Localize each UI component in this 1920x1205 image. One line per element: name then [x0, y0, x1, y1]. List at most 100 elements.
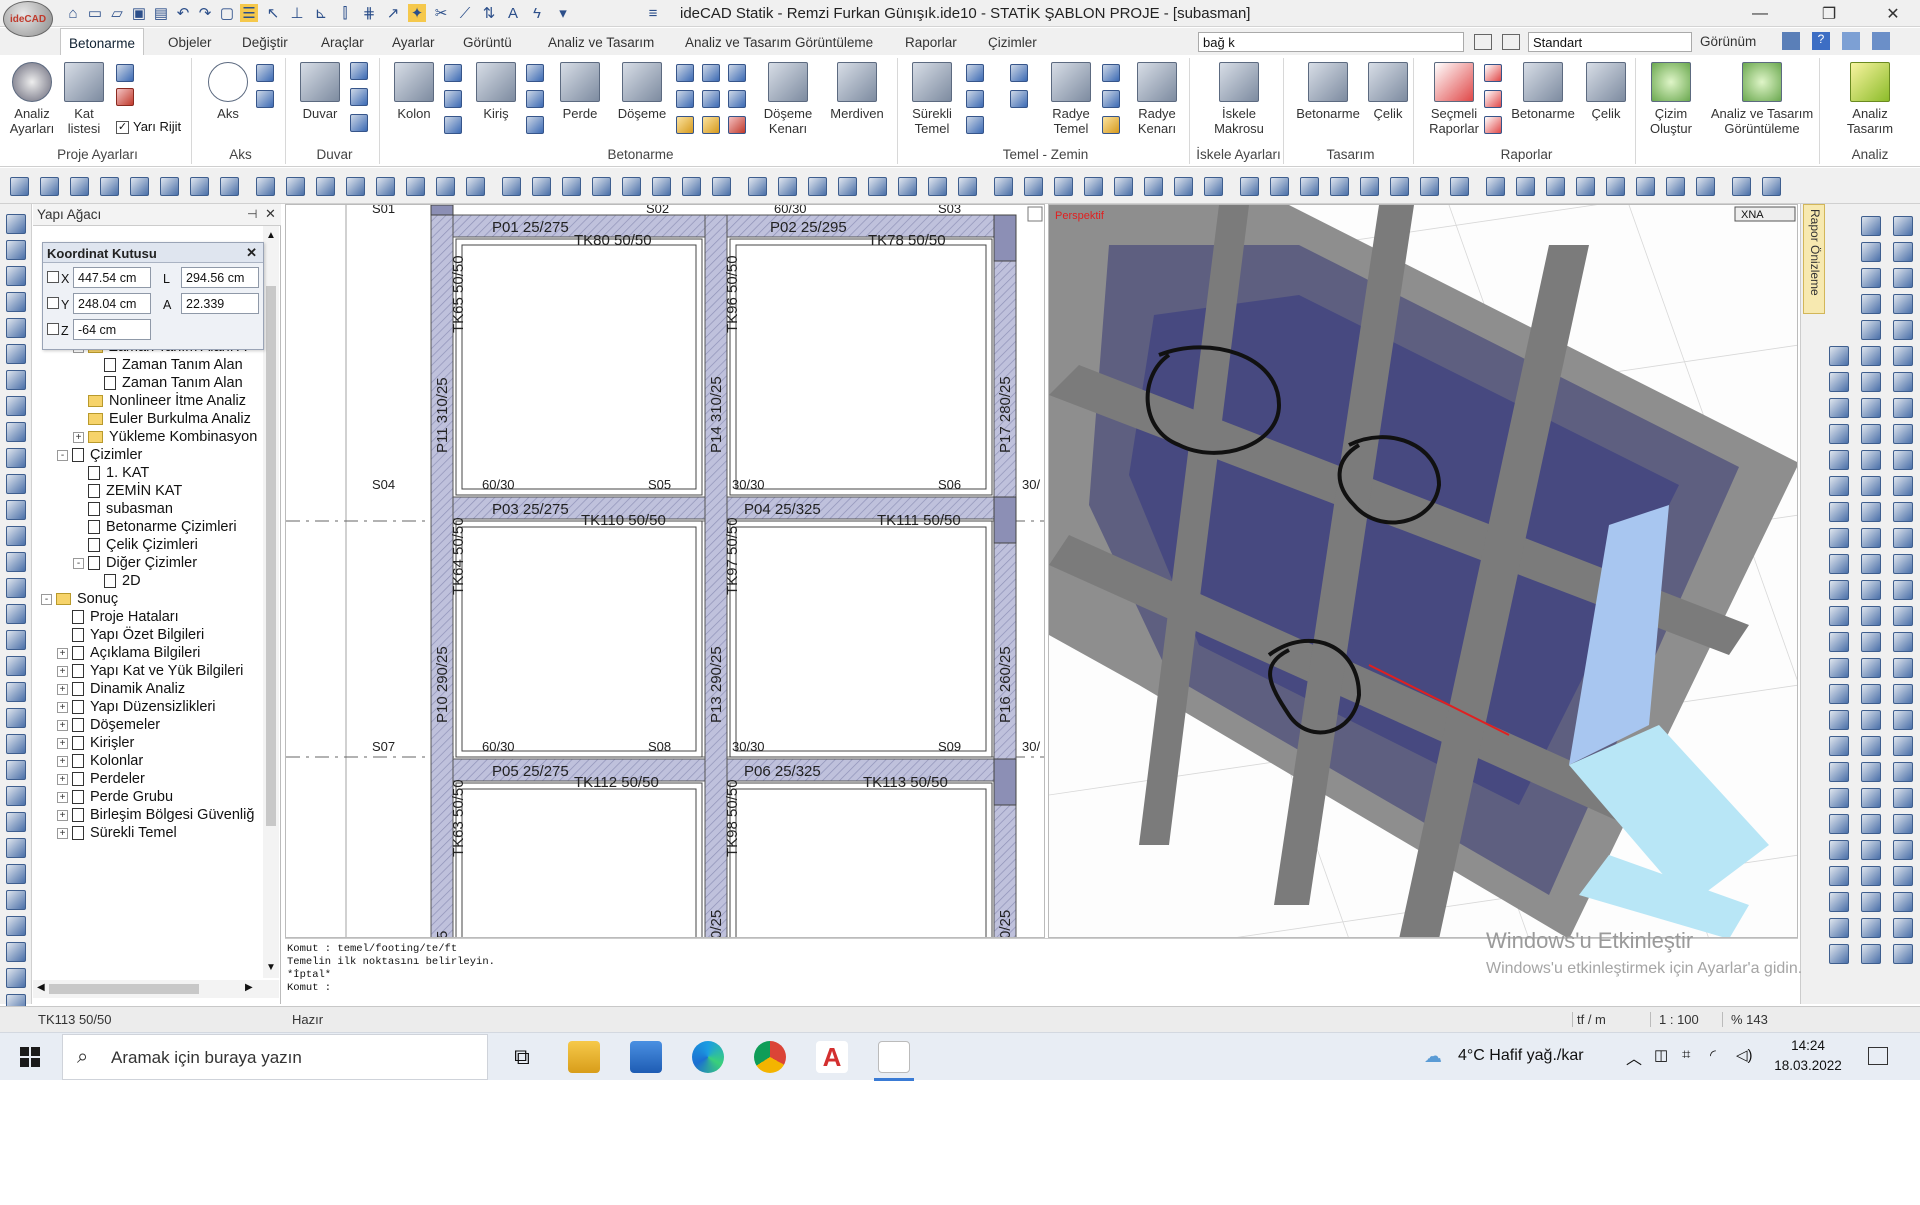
secmeli-raporlar-button[interactable]: Seçmeli Raporlar	[1422, 60, 1486, 136]
left-tool-17-icon[interactable]	[6, 630, 26, 650]
slab-auto-icon[interactable]	[676, 116, 694, 134]
left-tool-24-icon[interactable]	[6, 812, 26, 832]
right-tool-1-24-icon[interactable]	[1861, 840, 1881, 860]
tab-araclar[interactable]: Araçlar	[313, 28, 372, 55]
right-tool-2-13-icon[interactable]	[1893, 554, 1913, 574]
l-field[interactable]: 294.56 cm	[181, 267, 259, 288]
account-icon[interactable]	[1872, 32, 1890, 50]
weather-icon[interactable]: ☁	[1424, 1046, 1442, 1067]
plan-view[interactable]: P01 25/275 P02 25/295 P03 25/275 P04 25/…	[285, 204, 1045, 938]
raft-grid-icon[interactable]	[1102, 90, 1120, 108]
tab-ayarlar[interactable]: Ayarlar	[384, 28, 443, 55]
expand-icon[interactable]: +	[57, 755, 68, 767]
right-tool-2-8-icon[interactable]	[1893, 424, 1913, 444]
report-list-icon[interactable]	[1484, 90, 1502, 108]
right-tool-0-13-icon[interactable]	[1829, 554, 1849, 574]
expand-icon[interactable]: +	[57, 827, 68, 839]
right-tool-2-14-icon[interactable]	[1893, 580, 1913, 600]
qat-customize-icon[interactable]: ≡	[644, 4, 662, 22]
left-tool-8-icon[interactable]	[6, 396, 26, 416]
yari-rijit-checkbox[interactable]: ✓ Yarı Rijit	[116, 119, 181, 135]
clock-date[interactable]: 18.03.2022	[1770, 1058, 1846, 1073]
right-tool-0-11-icon[interactable]	[1829, 502, 1849, 522]
right-tool-2-23-icon[interactable]	[1893, 814, 1913, 834]
y-lock-checkbox[interactable]	[47, 297, 59, 309]
spline-icon[interactable]	[1054, 177, 1073, 196]
pdf-icon[interactable]	[1484, 116, 1502, 134]
slab-hole-icon[interactable]	[702, 90, 720, 108]
tree-item[interactable]: + Perdeler	[57, 769, 145, 789]
left-tool-9-icon[interactable]	[6, 422, 26, 442]
right-tool-0-9-icon[interactable]	[1829, 450, 1849, 470]
screen-icon[interactable]: ▢	[218, 4, 236, 22]
iskele-makrosu-button[interactable]: İskele Makrosu	[1202, 60, 1276, 136]
tree-item[interactable]: + Dinamik Analiz	[57, 679, 185, 699]
slab-stair-icon[interactable]	[728, 64, 746, 82]
right-tool-1-3-icon[interactable]	[1861, 294, 1881, 314]
windows-start-icon[interactable]	[20, 1047, 40, 1067]
tree-item[interactable]: Nonlineer İtme Analiz	[73, 391, 246, 411]
kolon-button[interactable]: Kolon	[388, 60, 440, 121]
beam-small-icon[interactable]	[116, 64, 134, 82]
right-tool-0-16-icon[interactable]	[1829, 632, 1849, 652]
tree-item[interactable]: 2D	[89, 571, 141, 591]
power-icon[interactable]	[1732, 177, 1751, 196]
match-icon[interactable]	[1174, 177, 1193, 196]
analiz-goruntuleme-button[interactable]: Analiz ve Tasarım Görüntüleme	[1706, 60, 1818, 136]
expand-icon[interactable]: +	[57, 719, 68, 731]
left-tool-28-icon[interactable]	[6, 916, 26, 936]
zoom-window-icon[interactable]	[10, 177, 29, 196]
edge-icon[interactable]	[692, 1041, 724, 1073]
left-tool-30-icon[interactable]	[6, 968, 26, 988]
info-icon[interactable]	[1842, 32, 1860, 50]
right-tool-1-14-icon[interactable]	[1861, 580, 1881, 600]
expand-icon[interactable]: +	[57, 809, 68, 821]
right-tool-1-17-icon[interactable]	[1861, 658, 1881, 678]
text-tool-icon[interactable]	[868, 177, 887, 196]
tab-goruntu[interactable]: Görüntü	[455, 28, 520, 55]
grid-icon[interactable]	[778, 177, 797, 196]
footing-tie-icon[interactable]	[966, 90, 984, 108]
expand-icon[interactable]: +	[57, 791, 68, 803]
view-settings-icon[interactable]	[1782, 32, 1800, 50]
right-tool-1-11-icon[interactable]	[1861, 502, 1881, 522]
surekli-temel-button[interactable]: Sürekli Temel	[904, 60, 960, 136]
text-style-icon[interactable]: A	[504, 4, 522, 22]
merdiven-button[interactable]: Merdiven	[824, 60, 890, 121]
right-tool-1-2-icon[interactable]	[1861, 268, 1881, 288]
zoom-extents-icon[interactable]	[40, 177, 59, 196]
beam-curve-icon[interactable]	[526, 116, 544, 134]
z-lock-checkbox[interactable]	[47, 323, 59, 335]
column[interactable]	[993, 214, 1017, 262]
style-combo[interactable]: Standart	[1528, 32, 1692, 52]
right-tool-0-24-icon[interactable]	[1829, 840, 1849, 860]
left-tool-11-icon[interactable]	[6, 474, 26, 494]
right-tool-2-27-icon[interactable]	[1893, 918, 1913, 938]
left-tool-20-icon[interactable]	[6, 708, 26, 728]
home-icon[interactable]: ⌂	[64, 4, 82, 22]
wifi-icon[interactable]: ◜	[1710, 1046, 1716, 1064]
table-icon[interactable]	[808, 177, 827, 196]
right-tool-1-1-icon[interactable]	[1861, 242, 1881, 262]
left-tool-27-icon[interactable]	[6, 890, 26, 910]
right-tool-0-28-icon[interactable]	[1829, 944, 1849, 964]
scale-status[interactable]: 1 : 100	[1650, 1012, 1699, 1027]
circle-icon[interactable]	[958, 177, 977, 196]
save-as-icon[interactable]: ▤	[152, 4, 170, 22]
taskbar-search[interactable]: ⌕ Aramak için buraya yazın	[62, 1034, 488, 1080]
view-corner-button[interactable]	[1027, 206, 1043, 222]
tree-item[interactable]: + Kolonlar	[57, 751, 143, 771]
right-tool-0-10-icon[interactable]	[1829, 476, 1849, 496]
paint-icon[interactable]	[1450, 177, 1469, 196]
right-tool-0-8-icon[interactable]	[1829, 424, 1849, 444]
right-tool-2-1-icon[interactable]	[1893, 242, 1913, 262]
right-tool-1-25-icon[interactable]	[1861, 866, 1881, 886]
list-icon[interactable]: ☰	[240, 4, 258, 22]
slab-edit-icon[interactable]	[702, 116, 720, 134]
line-icon[interactable]: ⟋	[456, 4, 474, 22]
doseme-kenari-button[interactable]: Döşeme Kenarı	[756, 60, 820, 136]
slab-grid-icon[interactable]	[676, 90, 694, 108]
units-status[interactable]: tf / m	[1572, 1012, 1606, 1027]
grid-icon[interactable]: ⋕	[360, 4, 378, 22]
column-circle-icon[interactable]	[444, 64, 462, 82]
